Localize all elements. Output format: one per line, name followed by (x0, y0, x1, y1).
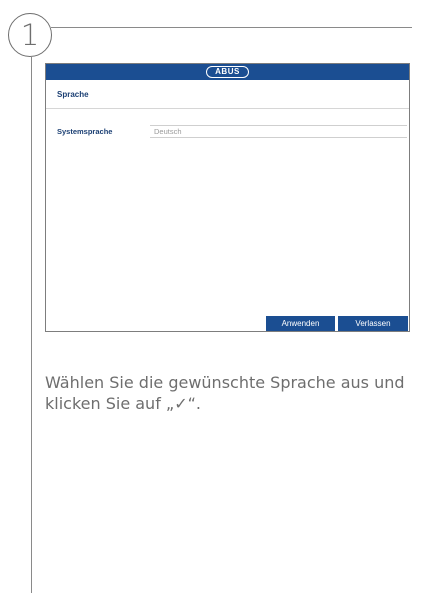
exit-button[interactable]: Verlassen (338, 316, 408, 331)
step-number-circle: 1 (8, 13, 52, 57)
settings-screen: ABUS Sprache Systemsprache Deutsch Anwen… (45, 63, 410, 332)
instruction-text: Wählen Sie die gewünschte Sprache aus un… (45, 373, 405, 413)
system-language-row: Systemsprache Deutsch (46, 124, 409, 138)
abus-logo: ABUS (206, 66, 249, 78)
system-language-label: Systemsprache (57, 126, 113, 136)
screen-header-bar: ABUS (46, 64, 409, 80)
system-language-select[interactable]: Deutsch (150, 124, 407, 138)
left-divider-line (31, 56, 32, 593)
apply-button[interactable]: Anwenden (266, 316, 335, 331)
page-title: Sprache (46, 80, 409, 109)
top-divider-line (51, 27, 412, 28)
